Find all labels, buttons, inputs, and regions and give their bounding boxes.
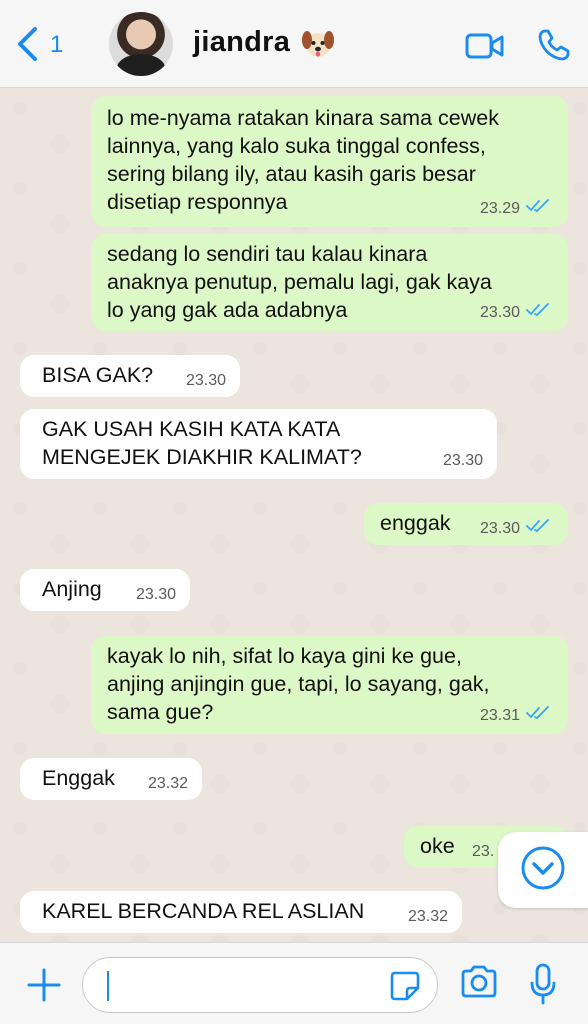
microphone-button[interactable] [530, 963, 556, 1010]
message-bubble-outgoing[interactable]: enggak 23.30 [364, 503, 568, 545]
message-bubble-incoming[interactable]: Anjing 23.30 [20, 569, 190, 611]
microphone-icon [530, 963, 556, 1009]
sticker-button[interactable] [389, 970, 421, 1007]
camera-button[interactable] [459, 965, 499, 1004]
message-bubble-outgoing[interactable]: sedang lo sendiri tau kalau kinara anakn… [91, 234, 568, 331]
unread-count: 1 [50, 31, 64, 58]
message-composer [0, 942, 588, 1024]
camera-icon [459, 965, 499, 1003]
message-time: 23.30 [479, 520, 520, 537]
message-time: 23.32 [147, 775, 188, 792]
message-bubble-incoming[interactable]: KAREL BERCANDA REL ASLIAN 23.32 [20, 891, 462, 933]
double-check-read-icon [526, 515, 550, 543]
chat-area[interactable]: lo me-nyama ratakan kinara sama cewek la… [0, 89, 588, 942]
voice-call-button[interactable] [537, 28, 571, 67]
chat-header: 1 jiandra [0, 0, 588, 88]
message-text: KAREL BERCANDA REL ASLIAN [42, 899, 365, 923]
chevron-left-icon [16, 26, 38, 62]
phone-icon [537, 29, 571, 66]
dog-face-emoji [302, 28, 334, 60]
video-call-icon [465, 33, 505, 64]
sticker-icon [389, 971, 421, 1006]
message-bubble-outgoing[interactable]: lo me-nyama ratakan kinara sama cewek la… [91, 96, 568, 227]
message-input[interactable] [82, 957, 438, 1013]
video-call-button[interactable] [465, 32, 505, 65]
message-time: 23.32 [407, 908, 448, 925]
message-time: 23.29 [479, 200, 520, 217]
chevron-down-circle-icon [519, 844, 567, 897]
back-button[interactable]: 1 [16, 26, 63, 62]
message-bubble-incoming[interactable]: BISA GAK? 23.30 [20, 355, 240, 397]
message-time: 23.31 [479, 707, 520, 724]
add-attachment-button[interactable] [26, 967, 62, 1008]
plus-icon [26, 968, 62, 1007]
double-check-read-icon [526, 702, 550, 730]
message-bubble-incoming[interactable]: Enggak 23.32 [20, 758, 202, 800]
message-time: 23.30 [185, 372, 226, 389]
text-cursor [107, 971, 109, 1001]
message-time: 23. [472, 843, 495, 860]
double-check-read-icon [526, 299, 550, 327]
avatar[interactable] [109, 12, 173, 76]
message-time: 23.30 [479, 304, 520, 321]
message-time: 23.30 [442, 452, 483, 469]
message-bubble-outgoing[interactable]: kayak lo nih, sifat lo kaya gini ke gue,… [91, 636, 568, 734]
contact-name[interactable]: jiandra [193, 26, 290, 59]
double-check-read-icon [526, 195, 550, 223]
message-bubble-incoming[interactable]: GAK USAH KASIH KATA KATA MENGEJEK DIAKHI… [20, 409, 497, 479]
message-time: 23.30 [135, 586, 176, 603]
message-text: GAK USAH KASIH KATA KATA MENGEJEK DIAKHI… [42, 417, 362, 469]
scroll-to-bottom-button[interactable] [498, 832, 588, 908]
